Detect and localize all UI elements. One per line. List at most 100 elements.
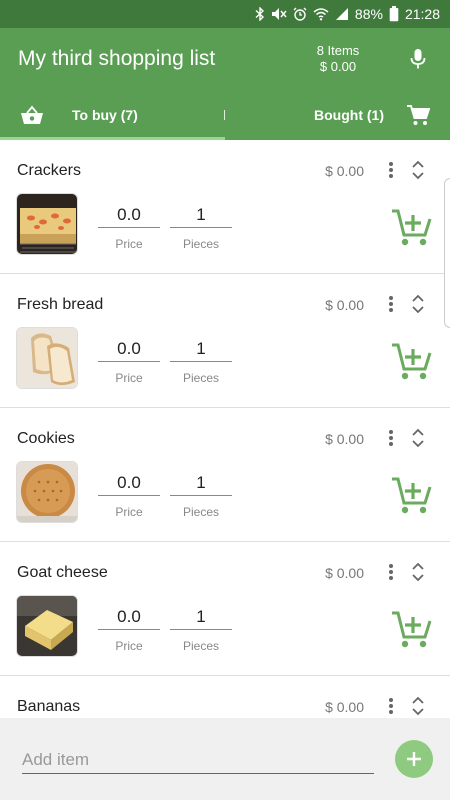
app-bar: My third shopping list 8 Items $ 0.00 xyxy=(0,28,450,90)
item-name: Crackers xyxy=(17,162,82,179)
add-shopping-cart-icon xyxy=(392,209,432,246)
item-name: Bananas xyxy=(17,698,81,715)
tab-to-buy[interactable]: To buy (7) xyxy=(0,90,225,140)
shopping-cart-icon xyxy=(407,105,430,125)
item-name: Cookies xyxy=(17,430,75,447)
list-item[interactable]: Bananas $ 0.00 xyxy=(0,676,450,718)
unfold-icon xyxy=(412,562,424,582)
tab-to-buy-label: To buy (7) xyxy=(72,107,138,123)
unfold-icon xyxy=(412,160,424,180)
pieces-label: Pieces xyxy=(182,371,220,385)
item-reorder-handle[interactable] xyxy=(408,561,428,583)
item-reorder-handle[interactable] xyxy=(408,695,428,717)
tab-bought-label: Bought (1) xyxy=(314,107,384,123)
cheese-photo xyxy=(17,596,77,656)
add-to-cart-button[interactable] xyxy=(390,609,432,649)
microphone-icon xyxy=(410,49,426,69)
battery-icon xyxy=(389,6,399,22)
battery-percent: 88% xyxy=(354,6,383,22)
add-shopping-cart-icon xyxy=(392,477,432,514)
pieces-label: Pieces xyxy=(182,237,220,251)
item-menu-button[interactable] xyxy=(382,695,400,717)
voice-input-button[interactable] xyxy=(398,39,438,79)
tab-bought[interactable]: Bought (1) xyxy=(225,90,450,140)
bread-photo xyxy=(17,328,77,388)
more-vert-icon xyxy=(389,296,393,312)
item-reorder-handle[interactable] xyxy=(408,427,428,449)
item-menu-button[interactable] xyxy=(382,427,400,449)
pieces-field[interactable]: 1 Pieces xyxy=(170,202,232,251)
pieces-value[interactable]: 1 xyxy=(170,202,232,228)
list-item[interactable]: Goat cheese $ 0.00 0.0 Price 1 Pieces xyxy=(0,542,450,676)
basket-icon xyxy=(21,105,43,124)
add-shopping-cart-icon xyxy=(392,343,432,380)
add-to-cart-button[interactable] xyxy=(390,341,432,381)
more-vert-icon xyxy=(389,698,393,714)
mute-icon xyxy=(271,7,287,21)
item-total: $ 0.00 xyxy=(325,431,364,447)
clock: 21:28 xyxy=(404,6,440,22)
unfold-icon xyxy=(412,428,424,448)
price-field[interactable]: 0.0 Price xyxy=(98,604,160,653)
more-vert-icon xyxy=(389,430,393,446)
wifi-icon xyxy=(313,7,329,21)
list-item[interactable]: Crackers $ 0.00 0.0 Price 1 Pieces xyxy=(0,140,450,274)
price-value[interactable]: 0.0 xyxy=(98,470,160,496)
item-name: Goat cheese xyxy=(17,564,108,581)
price-label: Price xyxy=(115,371,143,385)
add-shopping-cart-icon xyxy=(392,611,432,648)
more-vert-icon xyxy=(389,162,393,178)
alarm-icon xyxy=(293,7,307,21)
item-total: $ 0.00 xyxy=(325,565,364,581)
price-field[interactable]: 0.0 Price xyxy=(98,202,160,251)
item-reorder-handle[interactable] xyxy=(408,293,428,315)
item-total: $ 0.00 xyxy=(325,297,364,313)
list-item[interactable]: Cookies $ 0.00 0.0 Price 1 Pieces xyxy=(0,408,450,542)
more-vert-icon xyxy=(389,564,393,580)
price-label: Price xyxy=(115,505,143,519)
pieces-field[interactable]: 1 Pieces xyxy=(170,336,232,385)
item-photo[interactable] xyxy=(16,193,78,255)
shopping-list: Crackers $ 0.00 0.0 Price 1 Pieces Fresh… xyxy=(0,140,450,718)
item-total: $ 0.00 xyxy=(325,163,364,179)
tab-bar: To buy (7) Bought (1) xyxy=(0,90,450,140)
add-to-cart-button[interactable] xyxy=(390,475,432,515)
item-name: Fresh bread xyxy=(17,296,104,313)
price-field[interactable]: 0.0 Price xyxy=(98,336,160,385)
signal-icon xyxy=(335,7,349,21)
plus-icon xyxy=(407,752,421,766)
add-to-cart-button[interactable] xyxy=(390,207,432,247)
item-photo[interactable] xyxy=(16,327,78,389)
pieces-label: Pieces xyxy=(182,505,220,519)
scroll-indicator[interactable] xyxy=(444,178,450,328)
item-photo[interactable] xyxy=(16,461,78,523)
unfold-icon xyxy=(412,696,424,716)
add-item-button[interactable] xyxy=(395,740,433,778)
list-summary: 8 Items $ 0.00 xyxy=(298,43,378,75)
price-label: Price xyxy=(115,639,143,653)
item-total: $ 0.00 xyxy=(325,699,364,715)
list-item[interactable]: Fresh bread $ 0.00 0.0 Price 1 Pieces xyxy=(0,274,450,408)
pieces-label: Pieces xyxy=(182,639,220,653)
price-value[interactable]: 0.0 xyxy=(98,604,160,630)
bluetooth-icon xyxy=(255,7,265,21)
item-menu-button[interactable] xyxy=(382,293,400,315)
price-label: Price xyxy=(115,237,143,251)
pieces-value[interactable]: 1 xyxy=(170,604,232,630)
item-menu-button[interactable] xyxy=(382,561,400,583)
pieces-value[interactable]: 1 xyxy=(170,470,232,496)
price-value[interactable]: 0.0 xyxy=(98,336,160,362)
status-bar: 88% 21:28 xyxy=(0,0,450,28)
add-item-bar xyxy=(0,718,450,800)
price-field[interactable]: 0.0 Price xyxy=(98,470,160,519)
pieces-field[interactable]: 1 Pieces xyxy=(170,470,232,519)
add-item-input[interactable] xyxy=(22,746,374,774)
pieces-field[interactable]: 1 Pieces xyxy=(170,604,232,653)
item-menu-button[interactable] xyxy=(382,159,400,181)
crackers-photo xyxy=(17,194,77,254)
pieces-value[interactable]: 1 xyxy=(170,336,232,362)
item-photo[interactable] xyxy=(16,595,78,657)
price-value[interactable]: 0.0 xyxy=(98,202,160,228)
list-total: $ 0.00 xyxy=(319,59,357,74)
item-reorder-handle[interactable] xyxy=(408,159,428,181)
